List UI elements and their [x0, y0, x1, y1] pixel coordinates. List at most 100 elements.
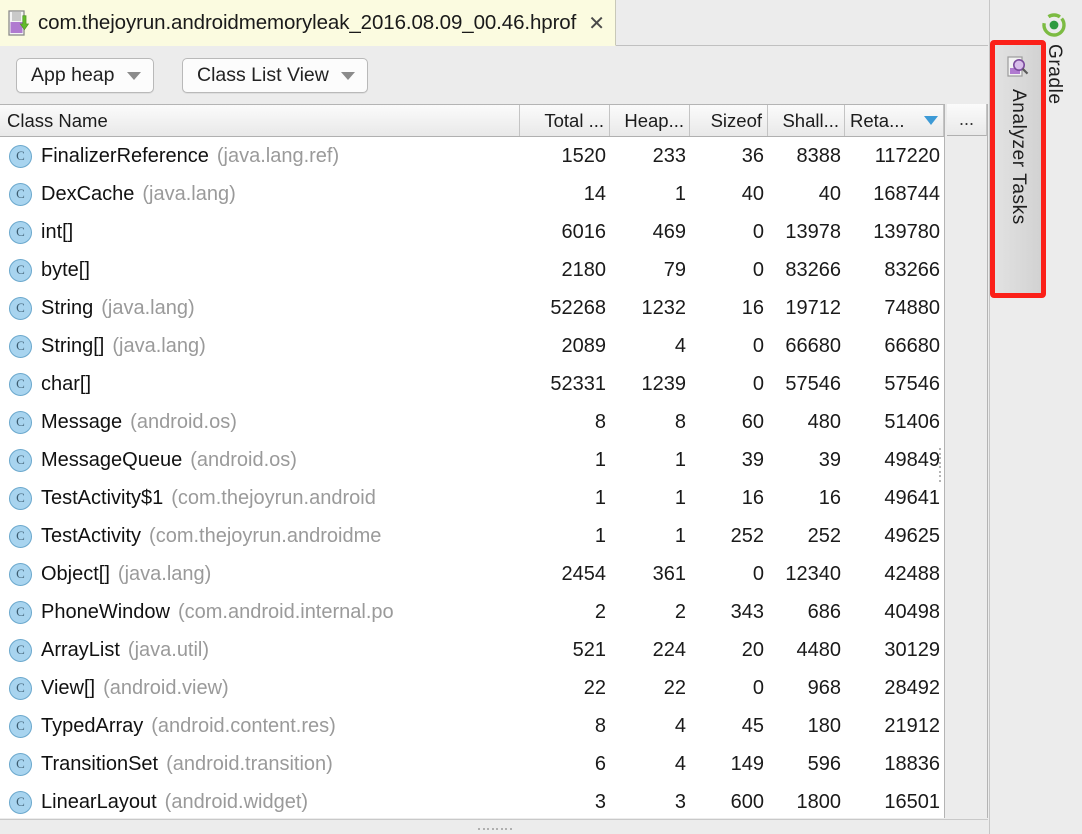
column-header-shallow-size[interactable]: Shall... [768, 105, 845, 136]
table-row[interactable]: CPhoneWindow(com.android.internal.po2234… [0, 593, 944, 631]
cell-total-count: 8 [520, 403, 610, 441]
editor-tab-hprof[interactable]: com.thejoyrun.androidmemoryleak_2016.08.… [0, 0, 616, 46]
class-package-name: (java.lang) [142, 183, 235, 206]
tool-tab-analyzer-tasks[interactable]: Analyzer Tasks [994, 44, 1042, 294]
class-simple-name: TestActivity [41, 525, 141, 548]
cell-shallow-size: 686 [768, 593, 845, 631]
class-package-name: (com.thejoyrun.androidme [149, 525, 381, 548]
cell-sizeof: 252 [690, 517, 768, 555]
cell-total-count: 22 [520, 669, 610, 707]
table-row[interactable]: CMessage(android.os)886048051406 [0, 403, 944, 441]
cell-sizeof: 40 [690, 175, 768, 213]
cell-heap-count: 1 [610, 441, 690, 479]
table-body: CFinalizerReference(java.lang.ref)152023… [0, 137, 944, 818]
column-header-retained-size[interactable]: Reta... [845, 105, 944, 136]
table-row[interactable]: CView[](android.view)2222096828492 [0, 669, 944, 707]
column-header-sizeof[interactable]: Sizeof [690, 105, 768, 136]
class-icon: C [9, 487, 32, 510]
cell-shallow-size: 1800 [768, 783, 845, 818]
class-package-name: (java.lang) [101, 297, 194, 320]
table-row[interactable]: Cchar[]52331123905754657546 [0, 365, 944, 403]
class-icon: C [9, 563, 32, 586]
cell-shallow-size: 252 [768, 517, 845, 555]
class-icon: C [9, 145, 32, 168]
cell-sizeof: 0 [690, 213, 768, 251]
cell-total-count: 6 [520, 745, 610, 783]
cell-sizeof: 600 [690, 783, 768, 818]
class-simple-name: MessageQueue [41, 449, 182, 472]
cell-total-count: 1 [520, 441, 610, 479]
column-header-total-count[interactable]: Total ... [520, 105, 610, 136]
cell-heap-count: 4 [610, 327, 690, 365]
table-row[interactable]: CArrayList(java.util)52122420448030129 [0, 631, 944, 669]
cell-sizeof: 16 [690, 289, 768, 327]
class-icon: C [9, 259, 32, 282]
table-splitter-grip[interactable] [938, 448, 944, 482]
tool-tab-gradle-label: Gradle [1043, 44, 1065, 105]
cell-sizeof: 36 [690, 137, 768, 175]
table-row[interactable]: CMessageQueue(android.os)11393949849 [0, 441, 944, 479]
cell-heap-count: 1239 [610, 365, 690, 403]
cell-shallow-size: 40 [768, 175, 845, 213]
cell-class-name: CDexCache(java.lang) [0, 175, 520, 213]
class-simple-name: Message [41, 411, 122, 434]
cell-total-count: 2180 [520, 251, 610, 289]
cell-sizeof: 16 [690, 479, 768, 517]
table-row[interactable]: CString[](java.lang)2089406668066680 [0, 327, 944, 365]
overflow-column: ... [947, 104, 988, 818]
cell-shallow-size: 4480 [768, 631, 845, 669]
class-list-table: Class Name Total ... Heap... Sizeof Shal… [0, 104, 945, 818]
cell-class-name: CMessage(android.os) [0, 403, 520, 441]
table-row[interactable]: CTestActivity$1(com.thejoyrun.android111… [0, 479, 944, 517]
class-icon: C [9, 221, 32, 244]
table-row[interactable]: CDexCache(java.lang)1414040168744 [0, 175, 944, 213]
table-row[interactable]: Cbyte[]21807908326683266 [0, 251, 944, 289]
column-header-overflow[interactable]: ... [947, 104, 987, 136]
table-row[interactable]: CTypedArray(android.content.res)84451802… [0, 707, 944, 745]
cell-class-name: CTypedArray(android.content.res) [0, 707, 520, 745]
class-package-name: (android.view) [103, 677, 229, 700]
table-row[interactable]: CLinearLayout(android.widget)33600180016… [0, 783, 944, 818]
cell-sizeof: 149 [690, 745, 768, 783]
class-package-name: (android.widget) [165, 791, 308, 814]
class-icon: C [9, 639, 32, 662]
table-row[interactable]: CTestActivity(com.thejoyrun.androidme112… [0, 517, 944, 555]
cell-heap-count: 2 [610, 593, 690, 631]
cell-class-name: CTransitionSet(android.transition) [0, 745, 520, 783]
tool-tab-analyzer-tasks-label: Analyzer Tasks [1007, 89, 1029, 225]
table-row[interactable]: CString(java.lang)522681232161971274880 [0, 289, 944, 327]
cell-total-count: 1 [520, 517, 610, 555]
heap-selector-dropdown[interactable]: App heap [16, 58, 154, 93]
overflow-column-body [947, 136, 987, 817]
table-row[interactable]: CObject[](java.lang)245436101234042488 [0, 555, 944, 593]
table-row[interactable]: CFinalizerReference(java.lang.ref)152023… [0, 137, 944, 175]
cell-class-name: CFinalizerReference(java.lang.ref) [0, 137, 520, 175]
bottom-resize-grip[interactable] [478, 826, 512, 831]
class-simple-name: TypedArray [41, 715, 143, 738]
cell-sizeof: 0 [690, 669, 768, 707]
table-row[interactable]: CTransitionSet(android.transition)641495… [0, 745, 944, 783]
class-icon: C [9, 525, 32, 548]
column-header-retained-label: Reta... [850, 110, 905, 132]
table-header-row: Class Name Total ... Heap... Sizeof Shal… [0, 105, 944, 137]
cell-class-name: C TestActivity (com.thejoyrun.androidme [0, 517, 520, 555]
cell-total-count: 8 [520, 707, 610, 745]
cell-heap-count: 8 [610, 403, 690, 441]
table-row[interactable]: Cint[]6016469013978139780 [0, 213, 944, 251]
class-package-name: (java.lang.ref) [217, 145, 339, 168]
column-header-class-name[interactable]: Class Name [0, 105, 520, 136]
column-header-heap-count[interactable]: Heap... [610, 105, 690, 136]
cell-retained-size: 40498 [845, 593, 944, 631]
cell-retained-size: 49641 [845, 479, 944, 517]
cell-shallow-size: 66680 [768, 327, 845, 365]
view-selector-dropdown[interactable]: Class List View [182, 58, 368, 93]
class-icon: C [9, 601, 32, 624]
class-icon: C [9, 791, 32, 814]
tool-tab-gradle[interactable]: Gradle [1041, 12, 1067, 105]
close-icon[interactable]: ✕ [588, 13, 605, 33]
cell-class-name: CView[](android.view) [0, 669, 520, 707]
cell-class-name: Cbyte[] [0, 251, 520, 289]
cell-shallow-size: 8388 [768, 137, 845, 175]
cell-retained-size: 42488 [845, 555, 944, 593]
class-icon: C [9, 677, 32, 700]
